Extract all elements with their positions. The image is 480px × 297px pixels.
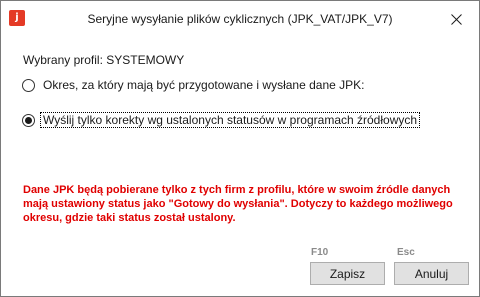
close-button[interactable]	[433, 1, 479, 37]
radio-button-period[interactable]	[22, 78, 35, 92]
radio-button-corrections[interactable]	[22, 113, 35, 127]
save-button[interactable]: Zapisz	[310, 262, 385, 285]
radio-label-corrections[interactable]: Wyślij tylko korekty wg ustalonych statu…	[39, 112, 421, 128]
dialog-window: j Seryjne wysyłanie plików cyklicznych (…	[0, 0, 480, 297]
close-icon	[450, 13, 462, 25]
warning-line: okresu, gdzie taki status został ustalon…	[23, 212, 236, 224]
window-title: Seryjne wysyłanie plików cyklicznych (JP…	[87, 12, 393, 26]
cancel-hotkey-hint: Esc	[397, 247, 415, 258]
radio-label-period[interactable]: Okres, za który mają być przygotowane i …	[41, 78, 366, 92]
radio-option-corrections[interactable]: Wyślij tylko korekty wg ustalonych statu…	[22, 112, 421, 128]
title-bar[interactable]: j Seryjne wysyłanie plików cyklicznych (…	[1, 1, 479, 37]
save-hotkey-hint: F10	[311, 247, 329, 258]
warning-line: mają ustawiony status jako "Gotowy do wy…	[23, 198, 453, 210]
radio-selected-dot	[25, 116, 32, 124]
radio-option-period[interactable]: Okres, za który mają być przygotowane i …	[22, 77, 366, 93]
selected-profile-label: Wybrany profil: SYSTEMOWY	[23, 53, 185, 67]
cancel-button[interactable]: Anuluj	[394, 262, 469, 285]
warning-line: Dane JPK będą pobierane tylko z tych fir…	[23, 184, 451, 196]
warning-message: Dane JPK będą pobierane tylko z tych fir…	[23, 183, 463, 225]
